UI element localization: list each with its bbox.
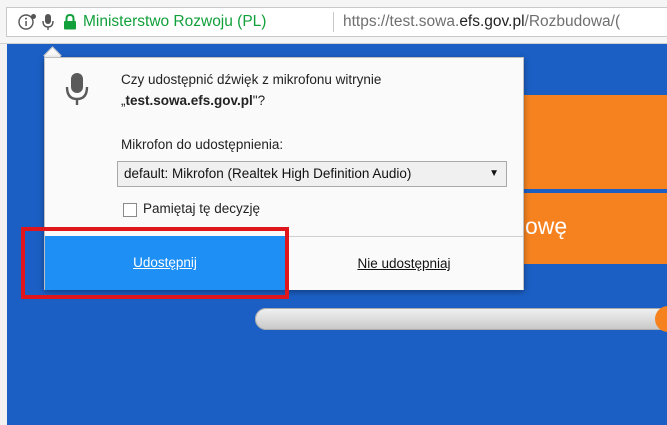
url-divider: [333, 12, 334, 32]
prompt-host: test.sowa.efs.gov.pl: [125, 93, 253, 108]
site-identity-label[interactable]: Ministerstwo Rozwoju (PL): [83, 8, 266, 36]
microphone-select[interactable]: default: Mikrofon (Realtek High Definiti…: [117, 161, 507, 187]
lock-icon: [63, 8, 77, 36]
dropdown-arrow-icon: ▼: [489, 168, 499, 179]
orange-button-2[interactable]: owę: [517, 193, 667, 264]
url-bar: Ministerstwo Rozwoju (PL) https://test.s…: [0, 0, 667, 44]
url-field[interactable]: Ministerstwo Rozwoju (PL) https://test.s…: [6, 7, 667, 37]
deny-button[interactable]: Nie udostępniaj: [285, 236, 523, 290]
prompt-host-line: „test.sowa.efs.gov.pl"?: [121, 93, 265, 108]
url-prefix: https://test.sowa.: [343, 13, 460, 30]
microphone-icon[interactable]: [41, 8, 55, 36]
url-domain: efs.gov.pl: [459, 13, 525, 30]
highlight-annotation: [21, 227, 289, 299]
url-text[interactable]: https://test.sowa.efs.gov.pl/Rozbudowa/(: [343, 8, 620, 36]
remember-decision-label[interactable]: Pamiętaj tę decyzję: [143, 201, 260, 216]
prompt-close: "?: [252, 93, 266, 108]
orange-button[interactable]: [517, 95, 667, 189]
microphone-select-label: Mikrofon do udostępnienia:: [121, 137, 284, 152]
microphone-icon: [65, 72, 89, 111]
url-suffix: /Rozbudowa/(: [524, 13, 621, 30]
info-icon[interactable]: [17, 8, 39, 36]
microphone-select-value: default: Mikrofon (Realtek High Definiti…: [124, 166, 412, 181]
slider-track[interactable]: [255, 308, 667, 330]
remember-decision-checkbox[interactable]: [123, 203, 137, 217]
orange-button-label: owę: [525, 213, 568, 239]
prompt-text: Czy udostępnić dźwięk z mikrofonu witryn…: [121, 72, 382, 87]
